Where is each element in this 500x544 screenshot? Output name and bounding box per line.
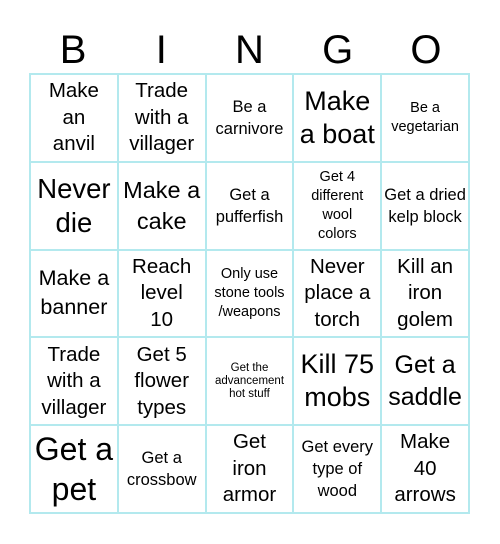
- bingo-cell[interactable]: Get a pet: [30, 425, 118, 513]
- cell-text: Never place a torch: [304, 254, 371, 331]
- cell-text: Make a cake: [123, 176, 201, 234]
- bingo-cell[interactable]: Make 40 arrows: [381, 425, 469, 513]
- bingo-cell[interactable]: Get a crossbow: [117, 425, 206, 513]
- cell-text: Make a boat: [299, 85, 375, 149]
- bingo-cell[interactable]: Get iron armor: [205, 425, 294, 513]
- bingo-cell[interactable]: Trade with a villager: [117, 74, 206, 162]
- header-letter-o: O: [410, 28, 442, 72]
- bingo-cell[interactable]: Make an anvil: [30, 74, 118, 162]
- cell-text: Get 5 flower types: [134, 342, 190, 419]
- cell-text: Reach level 10: [132, 254, 192, 331]
- bingo-header: B I N G O: [29, 26, 470, 74]
- bingo-cell[interactable]: Make a boat: [293, 74, 382, 162]
- cell-text: Get a dried kelp block: [384, 185, 466, 226]
- cell-text: Get the advancement hot stuff: [214, 361, 285, 400]
- cell-text: Get a saddle: [388, 351, 462, 412]
- bingo-cell[interactable]: Trade with a villager: [30, 337, 118, 426]
- bingo-cell[interactable]: Get 4 different wool colors: [293, 161, 382, 250]
- bingo-cell[interactable]: Get every type of wood: [293, 425, 382, 513]
- bingo-cell[interactable]: Never die: [30, 161, 118, 250]
- bingo-cell[interactable]: Kill 75 mobs: [293, 337, 382, 426]
- cell-text: Never die: [37, 172, 111, 238]
- cell-text: Get a pufferfish: [215, 185, 284, 226]
- cell-text: Get a pet: [34, 431, 114, 508]
- cell-text: Get every type of wood: [301, 438, 374, 501]
- cell-text: Trade with a villager: [129, 79, 195, 156]
- bingo-cell[interactable]: Get a dried kelp block: [381, 161, 469, 250]
- bingo-cell[interactable]: Be a vegetarian: [381, 74, 469, 162]
- bingo-cell[interactable]: Kill an iron golem: [381, 249, 469, 338]
- cell-text: Kill an iron golem: [397, 254, 454, 331]
- header-letter-b: B: [59, 28, 87, 72]
- bingo-cell[interactable]: Reach level 10: [117, 249, 206, 338]
- bingo-cell[interactable]: Be a carnivore: [205, 74, 294, 162]
- cell-text: Only use stone tools /weapons: [214, 265, 285, 320]
- cell-text: Kill 75 mobs: [300, 349, 375, 413]
- bingo-cell[interactable]: Never place a torch: [293, 249, 382, 338]
- cell-text: Be a vegetarian: [391, 99, 459, 135]
- bingo-cell[interactable]: Only use stone tools /weapons: [205, 249, 294, 338]
- bingo-cell[interactable]: Get a saddle: [381, 337, 469, 426]
- cell-text: Trade with a villager: [41, 342, 107, 419]
- header-letter-g: G: [322, 28, 354, 72]
- cell-text: Make a banner: [38, 266, 110, 320]
- cell-text: Get a crossbow: [126, 449, 197, 490]
- cell-text: Get 4 different wool colors: [311, 168, 364, 242]
- cell-text: Make an anvil: [48, 79, 99, 156]
- header-letter-n: N: [235, 28, 264, 72]
- cell-text: Make 40 arrows: [394, 430, 456, 507]
- bingo-cell[interactable]: Make a banner: [30, 249, 118, 338]
- bingo-cell[interactable]: Get the advancement hot stuff: [205, 337, 294, 426]
- bingo-cell[interactable]: Get 5 flower types: [117, 337, 206, 426]
- cell-text: Be a carnivore: [215, 97, 284, 138]
- bingo-grid: Make an anvil Trade with a villager Be a…: [29, 73, 470, 514]
- bingo-cell[interactable]: Make a cake: [117, 161, 206, 250]
- cell-text: Get iron armor: [222, 430, 277, 507]
- bingo-cell[interactable]: Get a pufferfish: [205, 161, 294, 250]
- header-letter-i: I: [155, 28, 167, 72]
